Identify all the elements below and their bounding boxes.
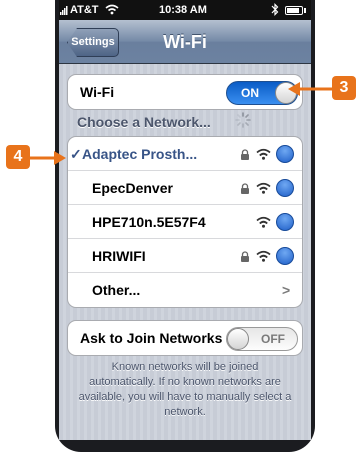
bluetooth-icon: [271, 3, 279, 16]
status-bar: AT&T 10:38 AM: [59, 0, 311, 20]
network-row[interactable]: ✓ Adaptec Prosth...: [68, 137, 302, 171]
carrier-name: AT&T: [70, 4, 99, 16]
settings-back-button[interactable]: Settings: [67, 28, 119, 57]
ask-toggle-label: OFF: [261, 332, 285, 346]
arrow-icon: [30, 151, 66, 165]
choose-network-header: Choose a Network...: [77, 114, 211, 130]
callout-badge: 3: [332, 76, 356, 100]
wifi-signal-icon: [256, 216, 271, 228]
ask-to-join-toggle[interactable]: OFF: [226, 327, 298, 351]
navigation-bar: Wi-Fi Settings: [59, 20, 311, 64]
wifi-row: Wi-Fi ON: [68, 75, 302, 109]
spinner-icon: [235, 112, 251, 128]
network-name: HRIWIFI: [92, 248, 146, 264]
toggle-knob: [227, 328, 249, 350]
battery-icon: [285, 6, 303, 15]
wifi-signal-icon: [256, 250, 271, 262]
network-name: HPE710n.5E57F4: [92, 214, 206, 230]
network-row[interactable]: EpecDenver: [68, 171, 302, 205]
wifi-toggle-label: ON: [241, 86, 259, 100]
lock-icon: [241, 149, 249, 160]
info-icon[interactable]: [276, 145, 294, 163]
checkmark-icon: ✓: [70, 146, 82, 162]
other-label: Other...: [92, 282, 141, 298]
ask-to-join-row: Ask to Join Networks OFF: [68, 321, 302, 355]
callout-badge: 4: [6, 145, 30, 169]
phone-frame: AT&T 10:38 AM Wi-Fi Settings Wi-Fi ON Ch…: [55, 0, 315, 452]
wifi-toggle-group: Wi-Fi ON: [67, 74, 303, 110]
ask-to-join-label: Ask to Join Networks: [80, 330, 223, 346]
info-icon[interactable]: [276, 179, 294, 197]
screen: AT&T 10:38 AM Wi-Fi Settings Wi-Fi ON Ch…: [59, 0, 311, 440]
network-name: EpecDenver: [92, 180, 173, 196]
signal-icon: [60, 6, 68, 15]
chevron-right-icon: >: [282, 282, 291, 298]
network-row[interactable]: HRIWIFI: [68, 239, 302, 273]
info-icon[interactable]: [276, 213, 294, 231]
wifi-signal-icon: [256, 148, 271, 160]
network-list: ✓ Adaptec Prosth... EpecDenver HPE710n.5…: [67, 136, 303, 308]
lock-icon: [241, 251, 249, 262]
battery-nub: [304, 8, 306, 13]
network-row[interactable]: HPE710n.5E57F4: [68, 205, 302, 239]
network-name: Adaptec Prosth...: [82, 146, 198, 162]
lock-icon: [241, 183, 249, 194]
wifi-signal-icon: [256, 182, 271, 194]
other-network-row[interactable]: Other... >: [68, 273, 302, 307]
status-time: 10:38 AM: [159, 4, 207, 16]
wifi-status-icon: [105, 4, 119, 15]
ask-to-join-group: Ask to Join Networks OFF: [67, 320, 303, 356]
arrow-icon: [288, 82, 332, 96]
footer-note: Known networks will be joined automatica…: [78, 361, 292, 418]
wifi-label: Wi-Fi: [80, 84, 115, 100]
info-icon[interactable]: [276, 247, 294, 265]
